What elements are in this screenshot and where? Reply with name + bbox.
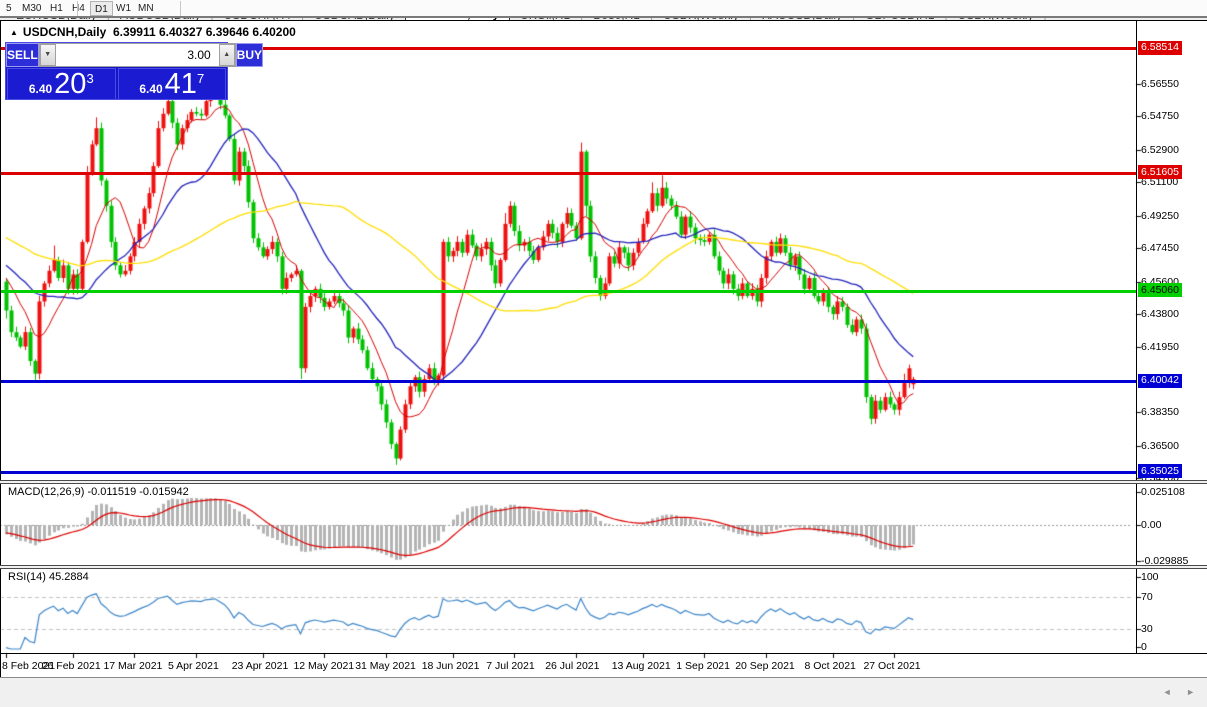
timeframe-button-H4[interactable]: H4	[68, 1, 89, 16]
buy-button[interactable]: BUY	[236, 43, 263, 67]
price-axis-label-6.36500: 6.36500	[1141, 440, 1179, 452]
price-level-badge-6.40042: 6.40042	[1138, 374, 1182, 388]
horizontal-level-line-6.35025[interactable]	[1, 471, 1136, 474]
tab-scroll-arrows[interactable]: ◄ ►	[1163, 687, 1201, 697]
horizontal-level-line-6.51605[interactable]	[1, 172, 1136, 175]
main-macd-splitter[interactable]	[0, 480, 1207, 484]
toolbar-separator	[180, 1, 181, 16]
horizontal-level-line-6.45060[interactable]	[1, 290, 1136, 293]
date-axis-label: 5 Apr 2021	[168, 660, 219, 672]
price-axis-label-6.43800: 6.43800	[1141, 308, 1179, 320]
horizontal-level-line-6.40042[interactable]	[1, 380, 1136, 383]
volume-decrease-button[interactable]: ▼	[40, 44, 56, 66]
chart-symbol-label: USDCNH,Daily	[23, 25, 106, 39]
date-axis-label: 12 May 2021	[293, 660, 354, 672]
chart-ohlc-values: 6.39911 6.40327 6.39646 6.40200	[113, 25, 296, 39]
sell-price-pip: 3	[86, 71, 93, 86]
price-axis-label-6.54750: 6.54750	[1141, 110, 1179, 122]
date-axis-label: 20 Sep 2021	[735, 660, 795, 672]
timeframe-button-D1[interactable]: D1	[90, 1, 113, 16]
buy-price-main: 41	[165, 69, 197, 99]
rsi-axis-label-100: 100	[1141, 571, 1159, 583]
date-axis-label: 7 Jul 2021	[486, 660, 534, 672]
macd-rsi-splitter[interactable]	[0, 565, 1207, 569]
price-axis-label-6.56550: 6.56550	[1141, 78, 1179, 90]
date-axis-label: 23 Apr 2021	[232, 660, 289, 672]
date-axis-label: 18 Jun 2021	[422, 660, 480, 672]
rsi-indicator-label: RSI(14) 45.2884	[8, 571, 89, 583]
date-axis-label: 27 Oct 2021	[863, 660, 920, 672]
rsi-axis-label-70: 70	[1141, 591, 1153, 603]
volume-input[interactable]	[56, 44, 219, 66]
chart-title: ▲ USDCNH,Daily 6.39911 6.40327 6.39646 6.…	[10, 25, 296, 39]
price-level-badge-6.45060: 6.45060	[1138, 283, 1182, 297]
timeframe-button-H1[interactable]: H1	[46, 1, 67, 16]
chart-window-bottom-border	[0, 677, 1207, 678]
date-axis-label: 26 Feb 2021	[42, 660, 101, 672]
one-click-trading-widget: SELL ▼ ▲ BUY 6.40 20 3 6.40 41 7	[5, 42, 228, 100]
rsi-axis-label-30: 30	[1141, 623, 1153, 635]
price-chart-canvas[interactable]	[0, 0, 1207, 707]
volume-increase-button[interactable]: ▲	[219, 44, 235, 66]
date-axis-label: 13 Aug 2021	[612, 660, 671, 672]
timeframe-button-5[interactable]: 5	[2, 1, 16, 16]
timeframe-button-M30[interactable]: M30	[18, 1, 45, 16]
date-axis-label: 31 May 2021	[355, 660, 416, 672]
sell-button[interactable]: SELL	[6, 43, 39, 67]
buy-price-display[interactable]: 6.40 41 7	[118, 68, 227, 100]
price-level-badge-6.51605: 6.51605	[1138, 165, 1182, 179]
sell-price-main: 20	[54, 69, 86, 99]
buy-price-pip: 7	[197, 71, 204, 86]
timeframe-toolbar: 5M30H1H4D1W1MN	[0, 0, 1207, 18]
price-axis-label-6.47450: 6.47450	[1141, 242, 1179, 254]
sell-price-prefix: 6.40	[29, 82, 52, 96]
price-axis-label-6.49250: 6.49250	[1141, 210, 1179, 222]
macd-axis-label-0.025108: 0.025108	[1141, 486, 1185, 498]
date-axis-label: 26 Jul 2021	[545, 660, 599, 672]
price-axis-label-6.38350: 6.38350	[1141, 406, 1179, 418]
timeframe-button-MN[interactable]: MN	[134, 1, 158, 16]
macd-axis-label-0.00: 0.00	[1141, 519, 1161, 531]
timeframe-button-W1[interactable]: W1	[112, 1, 135, 16]
date-axis-label: 8 Oct 2021	[805, 660, 856, 672]
price-axis-label-6.52900: 6.52900	[1141, 144, 1179, 156]
terminal-window: 5M30H1H4D1W1MN ▲ USDCNH,Daily 6.39911 6.4…	[0, 0, 1207, 707]
rsi-axis-label-0: 0	[1141, 641, 1147, 653]
collapse-arrow-icon[interactable]: ▲	[10, 28, 18, 37]
date-axis-label: 17 Mar 2021	[103, 660, 162, 672]
date-axis-label: 1 Sep 2021	[676, 660, 730, 672]
date-axis-line	[0, 653, 1207, 654]
price-level-badge-6.58514: 6.58514	[1138, 41, 1182, 55]
macd-indicator-label: MACD(12,26,9) -0.011519 -0.015942	[8, 486, 189, 498]
price-level-badge-6.35025: 6.35025	[1138, 464, 1182, 478]
price-axis-line	[1136, 20, 1137, 653]
buy-price-prefix: 6.40	[139, 82, 162, 96]
toolbar-separator	[77, 1, 78, 16]
volume-stepper: ▼ ▲	[39, 43, 236, 67]
sell-price-display[interactable]: 6.40 20 3	[7, 68, 116, 100]
price-axis-label-6.41950: 6.41950	[1141, 341, 1179, 353]
